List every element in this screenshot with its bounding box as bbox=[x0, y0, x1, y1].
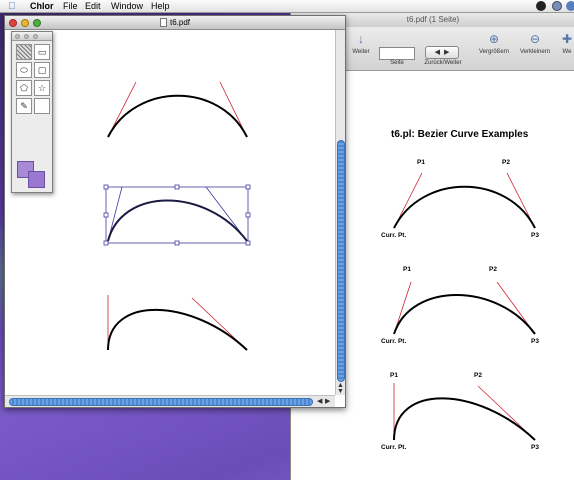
user-icon[interactable] bbox=[552, 1, 562, 11]
empty-tool-slot[interactable] bbox=[34, 98, 50, 114]
label-p3: P3 bbox=[531, 232, 539, 239]
vertical-scroll-thumb[interactable] bbox=[337, 140, 345, 382]
menu-edit[interactable]: Edit bbox=[85, 0, 101, 13]
horizontal-scrollbar[interactable]: ◀ ▶ bbox=[5, 395, 335, 407]
selection-handle bbox=[245, 240, 251, 246]
rectangle-tool-icon[interactable]: ▭ bbox=[34, 44, 50, 60]
marquee-tool-icon[interactable] bbox=[16, 44, 32, 60]
drawing-canvas[interactable] bbox=[5, 30, 335, 395]
close-button[interactable] bbox=[9, 19, 17, 27]
rounded-rect-tool-icon[interactable]: ▢ bbox=[34, 62, 50, 78]
chlor-window-title: t6.pdf bbox=[169, 18, 190, 27]
menu-bar:  Chlor File Edit Window Help bbox=[0, 0, 574, 13]
selection-handle bbox=[245, 212, 251, 218]
canvas-curve-1 bbox=[107, 81, 248, 138]
selection-bounding-box bbox=[105, 186, 249, 244]
label-p2: P2 bbox=[502, 159, 510, 166]
selection-handle bbox=[103, 240, 109, 246]
menu-help[interactable]: Help bbox=[151, 0, 170, 13]
label-p3: P3 bbox=[531, 444, 539, 451]
label-p1: P1 bbox=[403, 266, 411, 273]
bezier-curve-1 bbox=[393, 185, 536, 229]
brush-tool-icon[interactable]: ✎ bbox=[16, 98, 32, 114]
canvas-curve-3 bbox=[107, 295, 248, 351]
label-p3: P3 bbox=[531, 338, 539, 345]
chlor-titlebar[interactable]: t6.pdf bbox=[5, 16, 345, 30]
palette-zoom-button[interactable] bbox=[33, 34, 38, 39]
menu-window[interactable]: Window bbox=[111, 0, 143, 13]
script-menu-icon[interactable] bbox=[536, 1, 546, 11]
menu-file[interactable]: File bbox=[63, 0, 78, 13]
chlor-document-window: t6.pdf ▲ ▼ ◀ ▶ bbox=[4, 15, 346, 408]
palette-close-button[interactable] bbox=[15, 34, 20, 39]
label-current-point: Curr. Pt. bbox=[381, 444, 407, 451]
selection-handle bbox=[174, 184, 180, 190]
selection-handle bbox=[103, 184, 109, 190]
scroll-right-arrow-icon[interactable]: ▶ bbox=[325, 397, 330, 405]
label-p1: P1 bbox=[417, 159, 425, 166]
label-current-point: Curr. Pt. bbox=[381, 232, 407, 239]
zoom-button[interactable] bbox=[33, 19, 41, 27]
bezier-curve-2 bbox=[393, 294, 536, 335]
bezier-figure-2 bbox=[393, 281, 536, 335]
document-icon bbox=[159, 18, 167, 28]
bezier-figure-3 bbox=[393, 383, 536, 441]
menu-app-name[interactable]: Chlor bbox=[30, 0, 54, 13]
scroll-left-arrow-icon[interactable]: ◀ bbox=[317, 397, 322, 405]
palette-titlebar[interactable] bbox=[12, 32, 52, 41]
palette-minimize-button[interactable] bbox=[24, 34, 29, 39]
selection-handle bbox=[245, 184, 251, 190]
bezier-curve-3 bbox=[393, 397, 536, 441]
vertical-scrollbar[interactable]: ▲ ▼ bbox=[335, 30, 345, 395]
label-p1: P1 bbox=[390, 372, 398, 379]
canvas-curve-2-selected bbox=[103, 184, 251, 246]
scroll-down-arrow-icon[interactable]: ▼ bbox=[337, 388, 344, 395]
tool-palette: ▭ ⬭ ▢ ⬠ ☆ ✎ bbox=[11, 31, 53, 193]
oval-tool-icon[interactable]: ⬭ bbox=[16, 62, 32, 78]
stroke-color-swatch[interactable] bbox=[28, 171, 45, 188]
selection-handle bbox=[174, 240, 180, 246]
bezier-curve bbox=[107, 199, 248, 242]
label-current-point: Curr. Pt. bbox=[381, 338, 407, 345]
bezier-figure-1 bbox=[393, 172, 536, 229]
spotlight-icon[interactable] bbox=[566, 1, 574, 11]
star-tool-icon[interactable]: ☆ bbox=[34, 80, 50, 96]
apple-menu-icon[interactable]:  bbox=[8, 0, 16, 13]
label-p2: P2 bbox=[489, 266, 497, 273]
minimize-button[interactable] bbox=[21, 19, 29, 27]
horizontal-scroll-thumb[interactable] bbox=[9, 398, 313, 406]
selection-handle bbox=[103, 212, 109, 218]
label-p2: P2 bbox=[474, 372, 482, 379]
bezier-curve bbox=[107, 94, 248, 138]
polygon-tool-icon[interactable]: ⬠ bbox=[16, 80, 32, 96]
